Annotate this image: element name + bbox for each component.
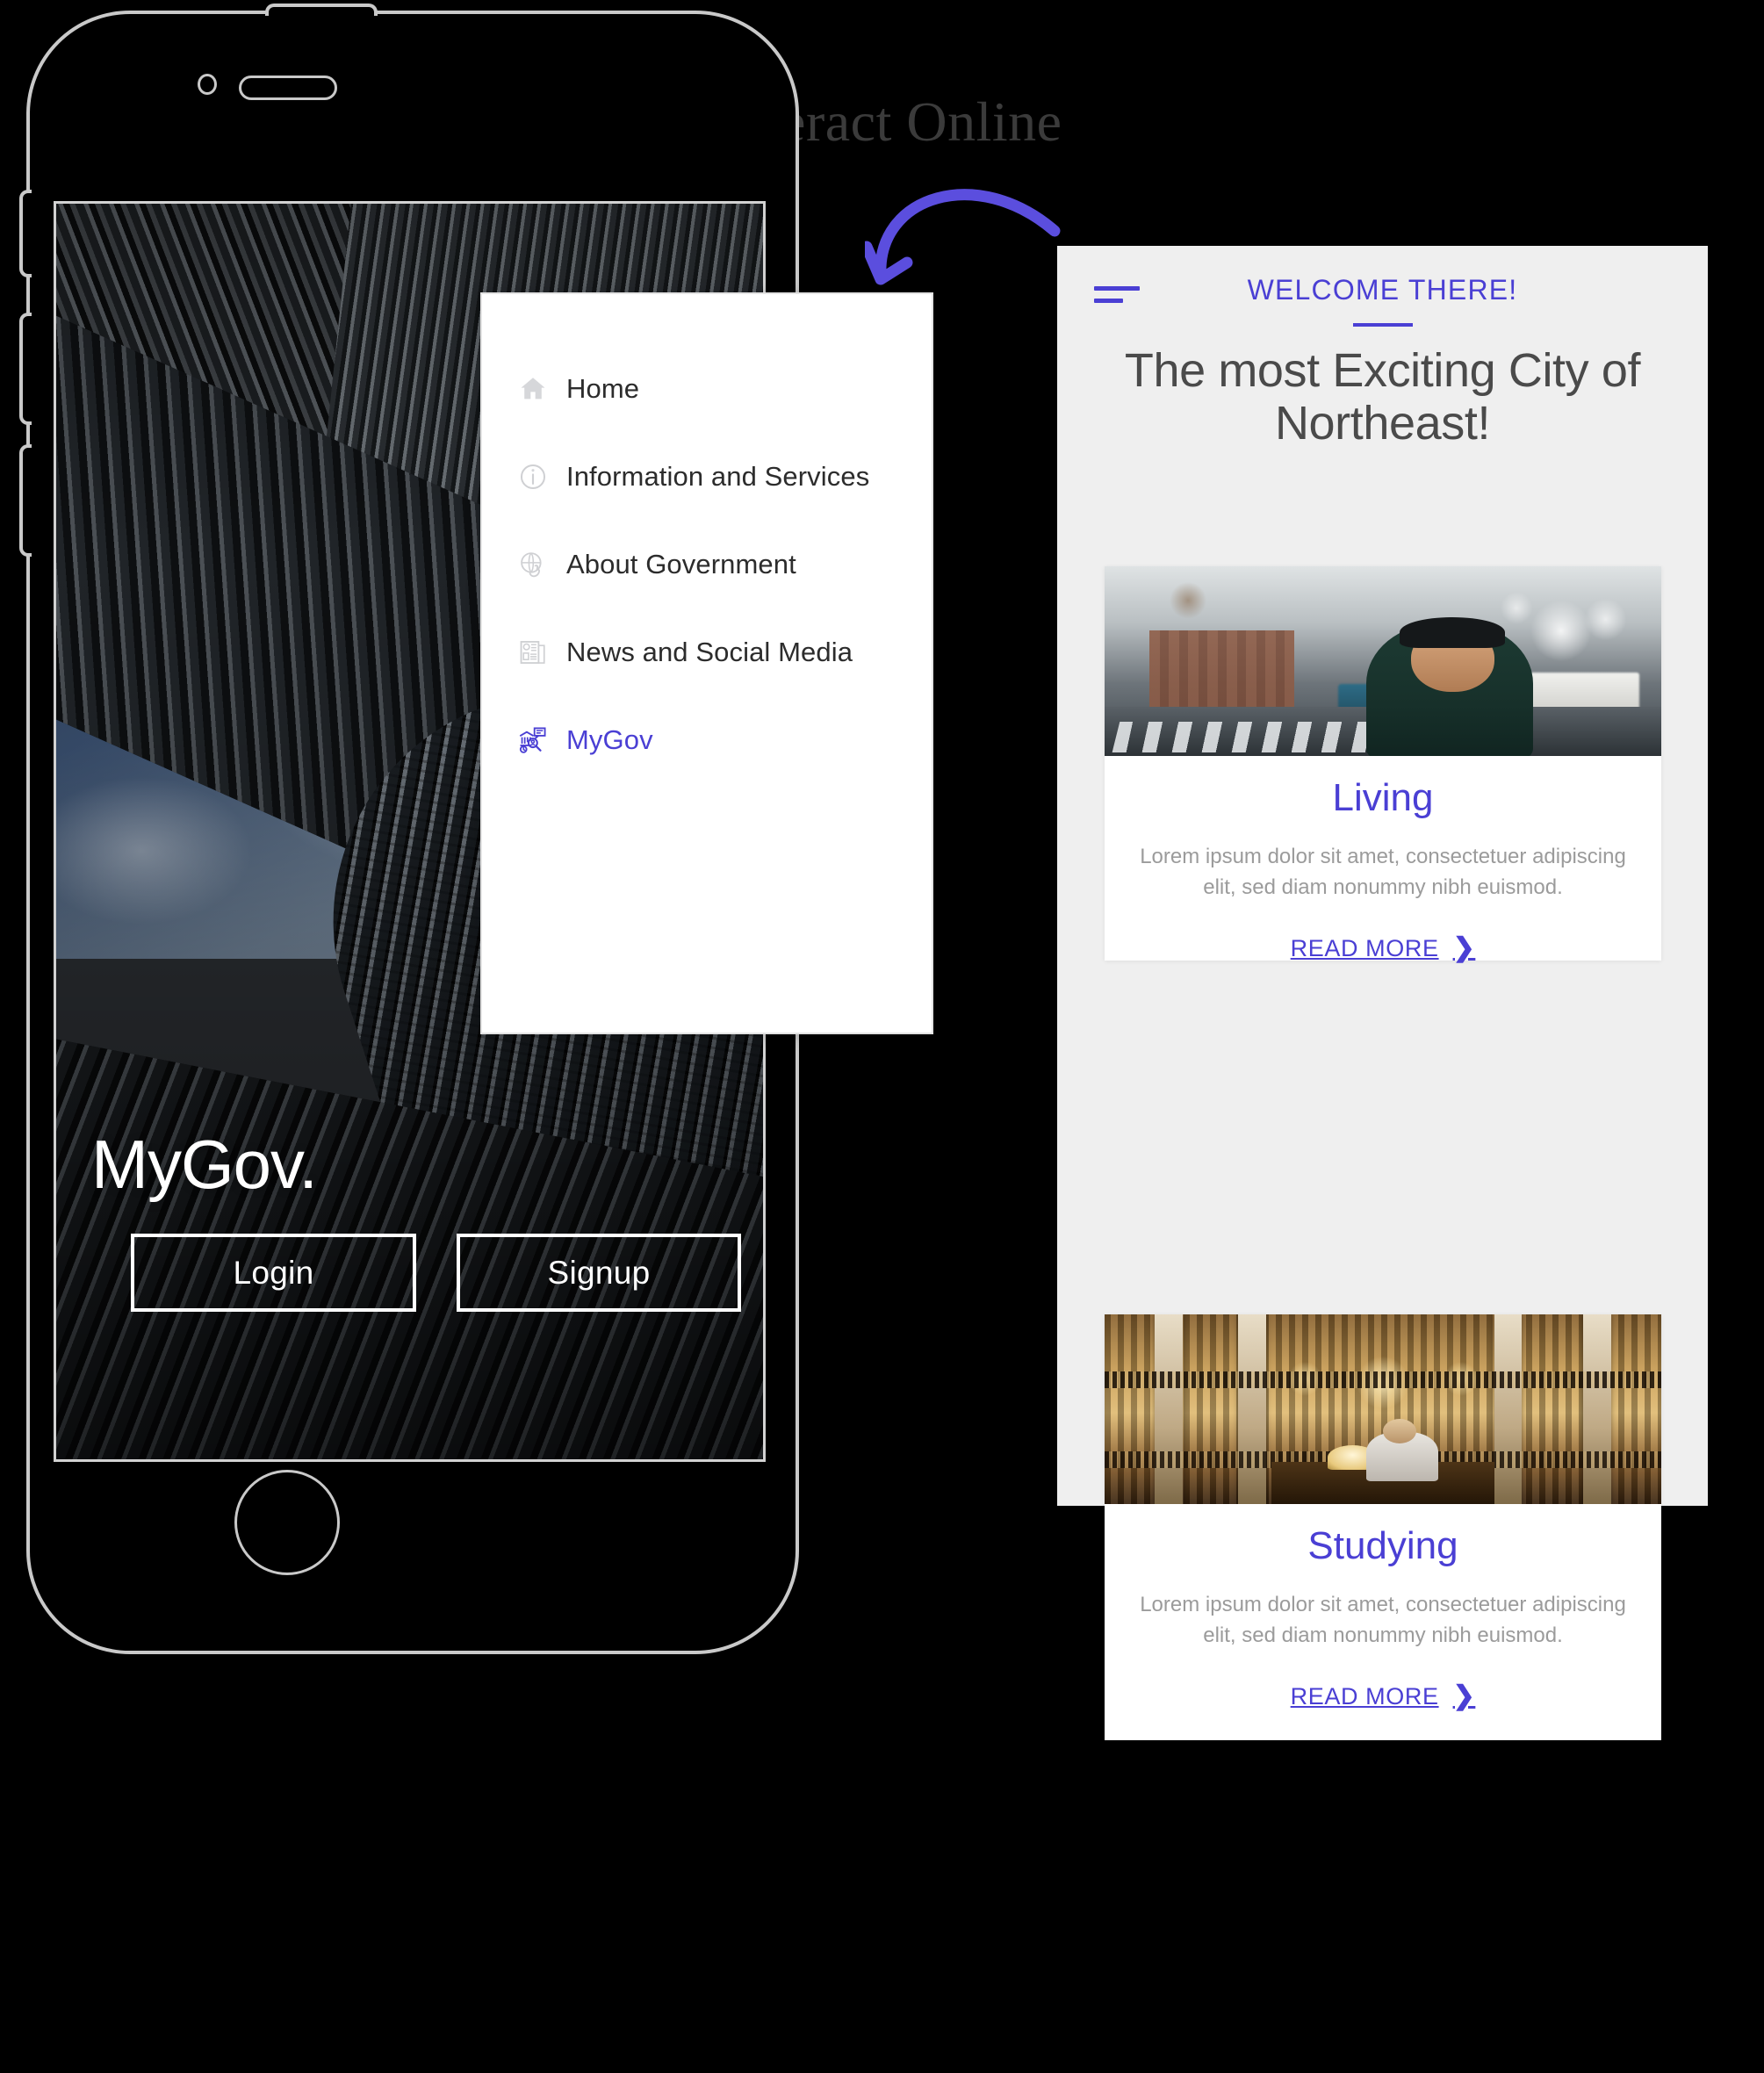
app-brand-title: MyGov. [91,1126,318,1203]
menu-item-home[interactable]: Home [482,345,932,433]
preview-header: WELCOME THERE! The most Exciting City of… [1057,246,1708,450]
read-more-link[interactable]: READ MORE ❯ [1291,935,1476,962]
menu-item-about-government[interactable]: About Government [482,521,932,608]
newspaper-icon [515,635,551,670]
curved-arrow-icon [860,162,1076,294]
card-description: Lorem ipsum dolor sit amet, consectetuer… [1140,1593,1626,1648]
eyebrow-underline [1352,323,1413,327]
read-more-label: READ MORE [1290,934,1439,961]
speaker-grill-icon [239,76,337,100]
chevron-right-icon: ❯ [1452,933,1476,963]
read-more-label: READ MORE [1290,1682,1439,1710]
menu-item-label: MyGov [566,724,653,755]
menu-item-mygov[interactable]: MyGov [482,696,932,784]
card-title: Living [1332,776,1434,819]
mockup-canvas: Interact Online MyGov. Login Signup Home… [0,0,1764,2073]
info-circle-icon [515,459,551,494]
preview-headline: The most Exciting City of Northeast! [1124,344,1641,450]
welcome-eyebrow: WELCOME THERE! [1247,274,1518,306]
card-body: Studying Lorem ipsum dolor sit amet, con… [1105,1504,1661,1737]
camera-icon [198,74,217,95]
mobile-preview-panel: WELCOME THERE! The most Exciting City of… [1057,246,1708,1740]
phone-volume-up-button[interactable] [19,313,32,425]
menu-item-news-and-social-media[interactable]: News and Social Media [482,608,932,696]
card-title: Studying [1307,1524,1458,1567]
library-interior-photo [1105,1314,1661,1504]
card-body: Living Lorem ipsum dolor sit amet, conse… [1105,756,1661,989]
menu-item-label: Home [566,373,640,404]
menu-item-information-and-services[interactable]: Information and Services [482,433,932,521]
house-icon [515,371,551,407]
phone-power-button[interactable] [265,4,378,16]
government-search-icon [515,723,551,758]
content-card[interactable]: Studying Lorem ipsum dolor sit amet, con… [1105,1314,1661,1740]
street-portrait-photo [1105,566,1661,756]
menu-item-label: News and Social Media [566,637,853,667]
card-description: Lorem ipsum dolor sit amet, consectetuer… [1140,845,1626,900]
login-button[interactable]: Login [131,1234,416,1312]
globe-hand-icon [515,547,551,582]
home-button-icon[interactable] [234,1470,340,1575]
navigation-menu-panel: Home Information and Services About Gove… [480,292,933,1034]
signup-button[interactable]: Signup [457,1234,741,1312]
phone-mute-switch[interactable] [19,190,32,277]
content-card[interactable]: Living Lorem ipsum dolor sit amet, conse… [1105,566,1661,961]
read-more-link[interactable]: READ MORE ❯ [1291,1683,1476,1710]
navigation-menu-list: Home Information and Services About Gove… [482,294,932,784]
menu-item-label: Information and Services [566,461,870,492]
chevron-right-icon: ❯ [1452,1681,1476,1711]
phone-volume-down-button[interactable] [19,444,32,557]
menu-item-label: About Government [566,549,796,579]
